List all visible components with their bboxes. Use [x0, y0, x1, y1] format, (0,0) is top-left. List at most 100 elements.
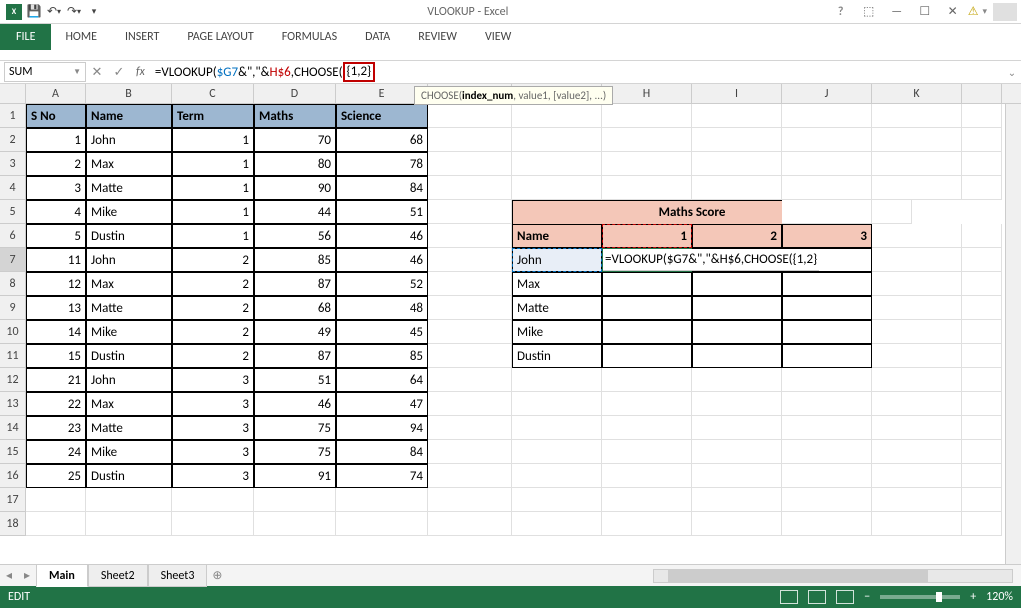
cell[interactable]: 45 [336, 320, 428, 344]
redo-icon[interactable]: ↷▾ [66, 4, 82, 20]
cell[interactable] [428, 296, 512, 320]
row-header[interactable]: 4 [0, 176, 26, 200]
cell[interactable] [602, 368, 692, 392]
cell[interactable] [512, 488, 602, 512]
page-layout-view-icon[interactable] [808, 590, 826, 604]
add-sheet-button[interactable]: ⊕ [207, 568, 227, 583]
cell[interactable] [782, 296, 872, 320]
cell[interactable] [602, 440, 692, 464]
col-header[interactable]: B [86, 84, 172, 103]
cell[interactable] [692, 464, 782, 488]
cell[interactable] [428, 152, 512, 176]
cell[interactable] [692, 320, 782, 344]
cell[interactable]: 24 [26, 440, 86, 464]
minimize-button[interactable]: — [884, 3, 910, 21]
help-button[interactable]: ? [828, 3, 854, 21]
row-header[interactable]: 16 [0, 464, 26, 488]
row-header[interactable]: 6 [0, 224, 26, 248]
cell[interactable] [692, 368, 782, 392]
cell[interactable]: Maths [254, 104, 336, 128]
cell[interactable] [602, 512, 692, 536]
cell[interactable]: 3 [172, 392, 254, 416]
cell[interactable] [428, 272, 512, 296]
cell[interactable]: 1 [172, 128, 254, 152]
cell[interactable] [962, 440, 1002, 464]
fx-icon[interactable]: fx [130, 65, 151, 79]
tab-data[interactable]: DATA [351, 24, 404, 50]
cell[interactable] [782, 176, 872, 200]
row-header[interactable]: 8 [0, 272, 26, 296]
cell[interactable]: 75 [254, 416, 336, 440]
cell[interactable]: 84 [336, 440, 428, 464]
cell[interactable] [336, 512, 428, 536]
cell[interactable]: 91 [254, 464, 336, 488]
qat-customize-icon[interactable]: ▾ [86, 4, 102, 20]
cell[interactable] [782, 344, 872, 368]
zoom-in-button[interactable]: + [970, 590, 976, 604]
cell[interactable] [872, 488, 962, 512]
cell[interactable]: 51 [336, 200, 428, 224]
cell[interactable] [782, 368, 872, 392]
cell[interactable] [512, 128, 602, 152]
cell[interactable] [782, 440, 872, 464]
cell[interactable]: Max [86, 272, 172, 296]
zoom-slider[interactable] [880, 595, 960, 599]
col-header[interactable]: H [602, 84, 692, 103]
chevron-down-icon[interactable]: ▼ [73, 67, 81, 77]
tab-page-layout[interactable]: PAGE LAYOUT [173, 24, 267, 50]
cell[interactable] [692, 344, 782, 368]
cell[interactable] [512, 152, 602, 176]
cell[interactable] [962, 416, 1002, 440]
cell[interactable]: Dustin [86, 344, 172, 368]
sheet-nav-next[interactable]: ▸ [18, 568, 36, 583]
cell[interactable]: 68 [254, 296, 336, 320]
cell[interactable]: 87 [254, 272, 336, 296]
expand-formula-bar-icon[interactable]: ⌄ [1003, 66, 1021, 79]
cell[interactable] [602, 176, 692, 200]
cell[interactable] [254, 512, 336, 536]
cell[interactable] [872, 248, 962, 272]
cell[interactable]: 46 [336, 224, 428, 248]
cell[interactable]: 22 [26, 392, 86, 416]
cell[interactable]: 46 [336, 248, 428, 272]
cell[interactable] [602, 344, 692, 368]
cell[interactable]: 4 [26, 200, 86, 224]
cell[interactable]: Matte [86, 296, 172, 320]
row-header[interactable]: 14 [0, 416, 26, 440]
cell[interactable]: 12 [26, 272, 86, 296]
enter-formula-button[interactable]: ✓ [108, 65, 130, 80]
cell[interactable] [962, 392, 1002, 416]
cell[interactable]: 2 [692, 224, 782, 248]
cell[interactable]: 87 [254, 344, 336, 368]
cell[interactable]: 51 [254, 368, 336, 392]
worksheet-grid[interactable]: A B C D E F G H I J K CHOOSE(index_num, … [0, 84, 1021, 564]
cell[interactable] [26, 512, 86, 536]
row-header[interactable]: 12 [0, 368, 26, 392]
cell[interactable] [872, 440, 962, 464]
cell[interactable]: 2 [172, 344, 254, 368]
ribbon-display-options[interactable]: ⬚ [856, 3, 882, 21]
cell[interactable]: 1 [172, 176, 254, 200]
cell[interactable] [962, 368, 1002, 392]
tab-view[interactable]: VIEW [471, 24, 525, 50]
cell[interactable] [428, 320, 512, 344]
cell[interactable] [872, 392, 962, 416]
cell[interactable]: 70 [254, 128, 336, 152]
row-header[interactable]: 2 [0, 128, 26, 152]
cell[interactable] [962, 224, 1002, 248]
cell[interactable]: =VLOOKUP($G7&","&H$6,CHOOSE({1,2} [602, 248, 692, 272]
cell[interactable] [872, 272, 962, 296]
cell[interactable] [172, 512, 254, 536]
cell[interactable] [692, 128, 782, 152]
cell[interactable] [428, 176, 512, 200]
cell[interactable] [254, 488, 336, 512]
cell[interactable]: 3 [172, 440, 254, 464]
cell[interactable]: 78 [336, 152, 428, 176]
cell[interactable]: Matte [86, 176, 172, 200]
cell[interactable] [872, 320, 962, 344]
cell[interactable] [962, 128, 1002, 152]
cell[interactable] [782, 488, 872, 512]
cell[interactable] [602, 104, 692, 128]
cell[interactable] [872, 368, 962, 392]
cell[interactable]: 11 [26, 248, 86, 272]
